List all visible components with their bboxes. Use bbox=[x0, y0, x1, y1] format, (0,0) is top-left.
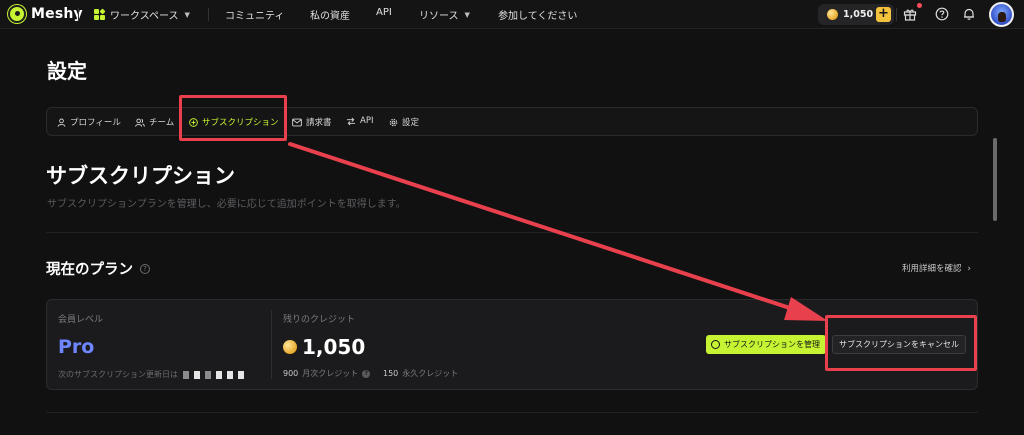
section-divider bbox=[46, 232, 978, 233]
chevron-down-icon: ▼ bbox=[464, 10, 470, 19]
usage-details-label: 利用詳細を確認 bbox=[902, 264, 962, 274]
annotation-arrow-shaft bbox=[288, 142, 810, 316]
remaining-credits: 1,050 bbox=[283, 335, 365, 359]
mail-icon bbox=[292, 118, 302, 126]
permanent-credits-value: 150 bbox=[383, 369, 399, 378]
chevron-down-icon: ▼ bbox=[184, 10, 190, 19]
member-level-label: 会員レベル bbox=[58, 315, 104, 325]
card-divider bbox=[271, 310, 272, 379]
current-plan-heading: 現在のプラン ? bbox=[46, 258, 150, 279]
nav-assets[interactable]: 私の資産 bbox=[310, 7, 350, 22]
api-icon bbox=[346, 117, 356, 125]
avatar[interactable] bbox=[989, 2, 1014, 27]
brand-name: Meshy bbox=[31, 6, 83, 22]
scrollbar-thumb[interactable] bbox=[993, 138, 997, 221]
redacted-date bbox=[194, 370, 200, 379]
nav-join-label: 参加してください bbox=[498, 11, 578, 22]
workspace-icon bbox=[94, 8, 106, 20]
tab-team-label: チーム bbox=[149, 118, 175, 128]
top-navigation-bar: Meshy ワークスペース ▼ コミュニティ 私の資産 API リソース ▼ 参… bbox=[0, 0, 1024, 29]
section-title: サブスクリプション bbox=[46, 164, 235, 188]
monthly-credits-label: 月次クレジット bbox=[302, 369, 359, 378]
nav-workspace[interactable]: ワークスペース ▼ bbox=[94, 7, 190, 22]
tab-invoices[interactable]: 請求書 bbox=[292, 116, 332, 128]
nav-assets-label: 私の資産 bbox=[310, 11, 350, 22]
nav-divider bbox=[208, 8, 209, 21]
meshy-logo[interactable]: Meshy bbox=[8, 5, 83, 23]
gift-icon[interactable] bbox=[903, 7, 917, 21]
gear-icon bbox=[389, 118, 398, 126]
nav-resources[interactable]: リソース ▼ bbox=[419, 7, 470, 23]
tab-profile[interactable]: プロフィール bbox=[57, 116, 121, 128]
renewal-date-label: 次のサブスクリプション更新日は bbox=[58, 370, 178, 379]
notification-dot bbox=[917, 3, 922, 8]
nav-community-label: コミュニティ bbox=[225, 11, 285, 22]
annotation-highlight-cancel bbox=[825, 315, 977, 371]
team-icon bbox=[135, 118, 145, 127]
permanent-credits: 150 永久クレジット bbox=[383, 368, 458, 379]
nav-divider bbox=[896, 8, 897, 21]
remaining-credits-label: 残りのクレジット bbox=[283, 315, 356, 325]
remaining-credits-value: 1,050 bbox=[302, 335, 366, 359]
redacted-date bbox=[205, 370, 211, 379]
tab-team[interactable]: チーム bbox=[135, 116, 174, 128]
nav-community[interactable]: コミュニティ bbox=[225, 7, 284, 22]
redacted-date bbox=[227, 370, 233, 379]
coin-icon bbox=[827, 9, 838, 20]
tab-api[interactable]: API bbox=[346, 116, 373, 126]
help-icon[interactable]: ? bbox=[362, 369, 371, 378]
renewal-date: 次のサブスクリプション更新日は bbox=[58, 369, 244, 380]
tab-profile-label: プロフィール bbox=[70, 118, 121, 128]
gear-icon bbox=[711, 340, 720, 349]
section-subtitle: サブスクリプションプランを管理し、必要に応じて追加ポイントを取得します。 bbox=[47, 199, 406, 210]
nav-divider bbox=[78, 8, 79, 21]
info-icon[interactable]: ? bbox=[140, 263, 150, 274]
nav-join[interactable]: 参加してください bbox=[498, 7, 577, 22]
member-level-value: Pro bbox=[58, 336, 95, 358]
section-divider bbox=[46, 412, 978, 413]
nav-api[interactable]: API bbox=[376, 7, 392, 18]
tab-preferences-label: 設定 bbox=[402, 118, 420, 128]
credit-balance[interactable]: 1,050 + bbox=[818, 4, 894, 25]
page-title: 設定 bbox=[47, 59, 87, 83]
bell-icon[interactable] bbox=[962, 7, 976, 21]
add-credits-button[interactable]: + bbox=[876, 7, 891, 22]
redacted-date bbox=[238, 370, 244, 379]
nav-resources-label: リソース bbox=[419, 11, 459, 22]
tab-invoices-label: 請求書 bbox=[306, 118, 332, 128]
monthly-credits-value: 900 bbox=[283, 369, 299, 378]
help-icon[interactable] bbox=[935, 7, 949, 21]
coin-icon bbox=[283, 340, 297, 354]
tab-preferences[interactable]: 設定 bbox=[389, 116, 419, 128]
annotation-highlight-tab bbox=[179, 95, 287, 141]
meshy-logo-icon bbox=[8, 5, 26, 23]
redacted-date bbox=[183, 370, 189, 379]
manage-subscription-button[interactable]: サブスクリプションを管理 bbox=[706, 335, 826, 354]
nav-api-label: API bbox=[376, 7, 392, 18]
manage-subscription-label: サブスクリプションを管理 bbox=[724, 340, 820, 349]
usage-details-link[interactable]: 利用詳細を確認 › bbox=[902, 262, 971, 274]
nav-workspace-label: ワークスペース bbox=[110, 11, 179, 22]
monthly-credits: 900 月次クレジット ? bbox=[283, 368, 371, 379]
tab-api-label: API bbox=[360, 116, 374, 126]
credit-balance-value: 1,050 bbox=[843, 9, 874, 20]
chevron-right-icon: › bbox=[967, 264, 971, 274]
redacted-date bbox=[216, 370, 222, 379]
current-plan-title: 現在のプラン bbox=[46, 262, 133, 278]
user-icon bbox=[57, 118, 66, 127]
permanent-credits-label: 永久クレジット bbox=[402, 369, 459, 378]
